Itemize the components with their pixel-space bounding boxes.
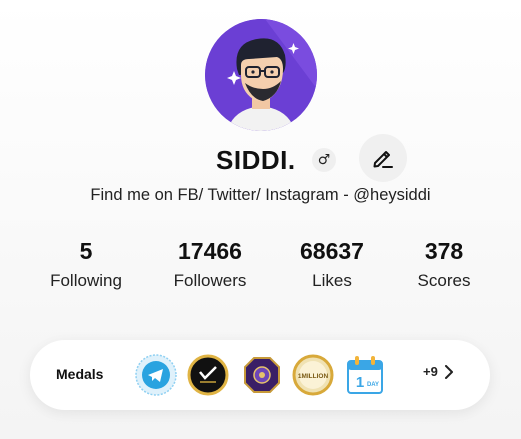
avatar[interactable] xyxy=(205,19,317,131)
one-million-text: 1MILLION xyxy=(298,373,329,380)
one-day-medal[interactable]: 1 DAY xyxy=(344,354,386,396)
stat-label: Followers xyxy=(173,271,247,290)
octagon-medal[interactable] xyxy=(241,354,283,396)
day-text: DAY xyxy=(367,382,379,388)
stat-value: 378 xyxy=(424,238,464,264)
stat-label: Likes xyxy=(312,271,352,290)
more-medals-button[interactable]: +9 xyxy=(423,364,454,379)
stat-value: 68637 xyxy=(300,238,364,264)
stat-value: 17466 xyxy=(178,238,242,264)
medals-bar[interactable]: Medals 1MILLION 1 DAY +9 xyxy=(30,340,490,410)
stat-scores[interactable]: 378 Scores xyxy=(389,238,499,291)
stat-followers[interactable]: 17466 Followers xyxy=(155,238,265,291)
one-million-medal[interactable]: 1MILLION xyxy=(292,354,334,396)
stat-likes[interactable]: 68637 Likes xyxy=(277,238,387,291)
stat-label: Following xyxy=(50,271,122,290)
day-number: 1 xyxy=(356,374,364,391)
gender-male-icon: ♂ xyxy=(312,148,336,172)
profile-header: SIDDI. ♂ xyxy=(0,134,521,182)
stat-value: 5 xyxy=(79,238,93,264)
profile-bio: Find me on FB/ Twitter/ Instagram - @hey… xyxy=(90,186,431,204)
avatar-illustration xyxy=(205,19,317,131)
telegram-medal[interactable] xyxy=(135,354,177,396)
medals-label: Medals xyxy=(56,366,104,382)
stat-following[interactable]: 5 Following xyxy=(31,238,141,291)
more-medals-count: +9 xyxy=(423,364,438,379)
chevron-right-icon xyxy=(444,364,453,379)
stat-label: Scores xyxy=(417,271,471,290)
verified-medal[interactable] xyxy=(187,354,229,396)
edit-profile-button[interactable] xyxy=(359,134,407,182)
pencil-edit-icon xyxy=(373,151,393,168)
username: SIDDI. xyxy=(216,145,296,175)
